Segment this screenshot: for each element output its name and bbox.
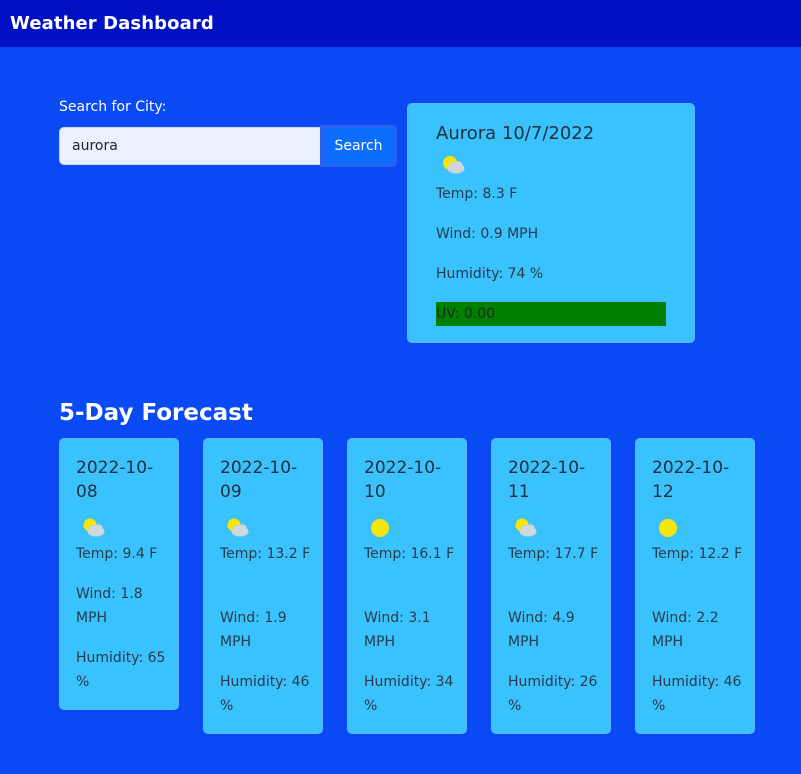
sun-icon: [371, 519, 389, 537]
forecast-wind: Wind: 1.8 MPH: [76, 586, 143, 626]
forecast-card: 2022-10-11 Temp: 17.7 F Wind: 4.9 MPH Hu…: [491, 438, 611, 734]
city-search-input[interactable]: [59, 127, 321, 165]
forecast-card: 2022-10-08 Temp: 9.4 F Wind: 1.8 MPH Hum…: [59, 438, 179, 710]
current-wind: Wind: 0.9 MPH: [436, 226, 539, 242]
forecast-date: 2022-10-10: [364, 458, 442, 502]
sun-icon: [659, 519, 677, 537]
partly-cloudy-icon: [83, 518, 105, 537]
forecast-card: 2022-10-10 Temp: 16.1 F Wind: 3.1 MPH Hu…: [347, 438, 467, 734]
forecast-humidity: Humidity: 34 %: [364, 674, 454, 714]
forecast-card: 2022-10-09 Temp: 13.2 F Wind: 1.9 MPH Hu…: [203, 438, 323, 734]
forecast-humidity: Humidity: 46 %: [652, 674, 742, 714]
app-title: Weather Dashboard: [10, 13, 214, 34]
current-humidity: Humidity: 74 %: [436, 266, 544, 282]
forecast-humidity: Humidity: 65 %: [76, 650, 166, 690]
forecast-date: 2022-10-09: [220, 458, 298, 502]
forecast-wind: Wind: 2.2 MPH: [652, 610, 719, 650]
current-temp: Temp: 8.3 F: [436, 186, 518, 202]
forecast-humidity: Humidity: 26 %: [508, 674, 598, 714]
forecast-humidity: Humidity: 46 %: [220, 674, 310, 714]
forecast-temp: Temp: 16.1 F: [364, 546, 455, 562]
forecast-temp: Temp: 17.7 F: [508, 546, 599, 562]
search-button[interactable]: Search: [320, 125, 397, 167]
forecast-temp: Temp: 13.2 F: [220, 546, 311, 562]
forecast-card: 2022-10-12 Temp: 12.2 F Wind: 2.2 MPH Hu…: [635, 438, 755, 734]
forecast-date: 2022-10-11: [508, 458, 586, 502]
partly-cloudy-icon: [227, 518, 249, 537]
forecast-wind: Wind: 4.9 MPH: [508, 610, 575, 650]
partly-cloudy-icon: [515, 518, 537, 537]
forecast-temp: Temp: 12.2 F: [652, 546, 743, 562]
current-weather-card: Aurora 10/7/2022 Temp: 8.3 F Wind: 0.9 M…: [407, 103, 695, 343]
forecast-date: 2022-10-12: [652, 458, 730, 502]
partly-cloudy-icon: [443, 156, 465, 174]
search-label: Search for City:: [59, 99, 167, 115]
forecast-wind: Wind: 3.1 MPH: [364, 610, 431, 650]
navbar: Weather Dashboard: [0, 0, 801, 47]
forecast-temp: Temp: 9.4 F: [76, 546, 158, 562]
current-city-date: Aurora 10/7/2022: [436, 123, 595, 144]
uv-index-badge: UV: 0.00: [436, 302, 666, 326]
forecast-date: 2022-10-08: [76, 458, 154, 502]
forecast-heading: 5-Day Forecast: [59, 400, 253, 426]
forecast-wind: Wind: 1.9 MPH: [220, 610, 287, 650]
